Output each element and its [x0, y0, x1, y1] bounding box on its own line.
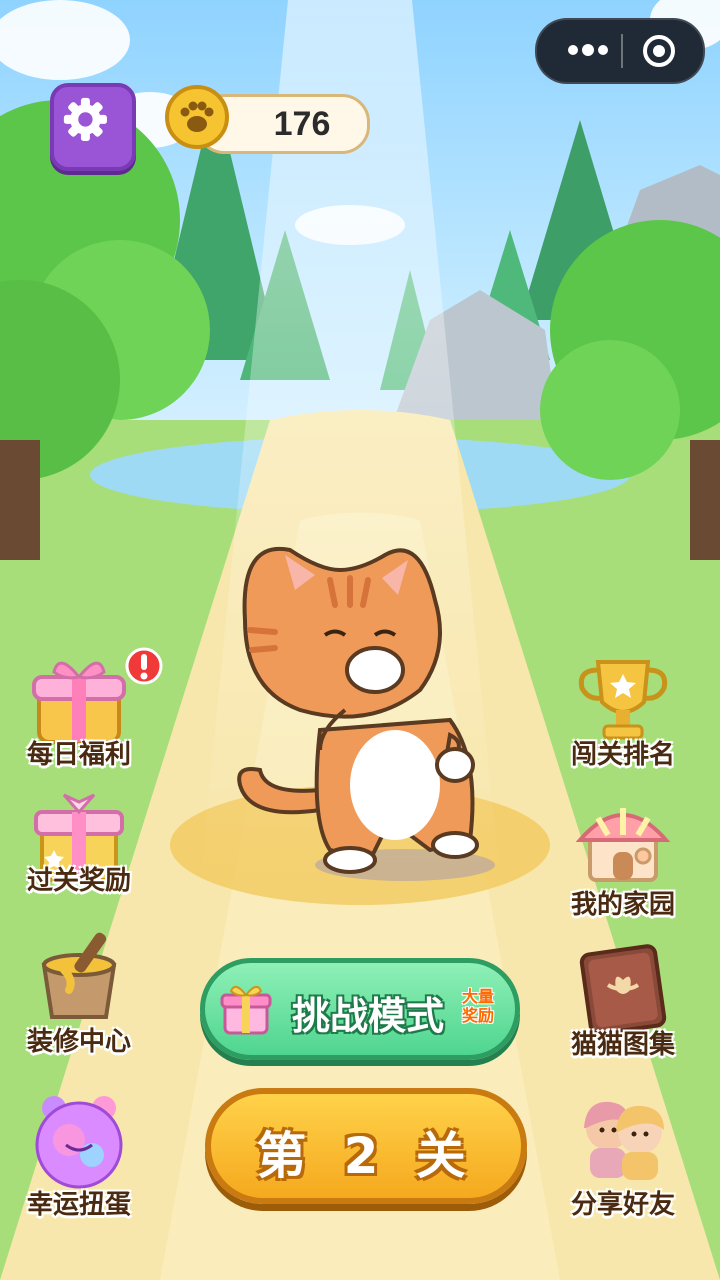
- level-label: 第 2 关: [256, 1127, 476, 1185]
- cat-character[interactable]: [170, 520, 560, 900]
- gift-icon: [220, 985, 272, 1035]
- lucky-gacha-label: 幸运扭蛋: [26, 1190, 131, 1220]
- share-friends-item[interactable]: 分享好友: [548, 1090, 698, 1240]
- start-level-button[interactable]: 第 2 关: [205, 1088, 527, 1204]
- decoration-center-item[interactable]: 装修中心: [4, 925, 154, 1075]
- ranking-item[interactable]: 闯关排名: [548, 652, 698, 802]
- close-target-icon[interactable]: [641, 33, 677, 69]
- my-home-label: 我的家园: [570, 890, 675, 920]
- share-friends-label: 分享好友: [570, 1190, 675, 1220]
- decoration-center-label: 装修中心: [26, 1027, 131, 1057]
- paw-coin-icon: [165, 85, 229, 149]
- paint-bucket-icon: [41, 932, 117, 1019]
- mini-program-capsule: [535, 18, 705, 84]
- challenge-mode-label: 挑战模式: [291, 994, 444, 1038]
- bear-ball-icon: [35, 1096, 123, 1189]
- level-reward-item[interactable]: 过关奖励: [4, 790, 154, 940]
- cat-album-item[interactable]: 猫猫图集: [548, 940, 698, 1090]
- daily-welfare-label: 每日福利: [26, 740, 131, 770]
- friends-icon: [584, 1101, 664, 1180]
- level-reward-label: 过关奖励: [26, 866, 131, 896]
- house-icon: [575, 808, 671, 882]
- challenge-reward-tag: 大量 奖励: [457, 987, 499, 1025]
- challenge-tag-line2: 奖励: [461, 1006, 494, 1025]
- gear-icon: [63, 97, 107, 141]
- settings-button[interactable]: [50, 83, 136, 171]
- cat-album-label: 猫猫图集: [570, 1030, 675, 1060]
- more-dots-icon[interactable]: [565, 38, 611, 62]
- alert-badge-icon: [125, 647, 163, 685]
- ranking-label: 闯关排名: [570, 740, 675, 770]
- my-home-item[interactable]: 我的家园: [548, 790, 698, 940]
- challenge-mode-button[interactable]: 挑战模式 大量 奖励: [200, 958, 520, 1060]
- challenge-tag-line1: 大量: [461, 987, 494, 1006]
- capsule-divider: [621, 34, 623, 68]
- coin-value: 176: [273, 105, 331, 143]
- lucky-gacha-item[interactable]: 幸运扭蛋: [4, 1090, 154, 1240]
